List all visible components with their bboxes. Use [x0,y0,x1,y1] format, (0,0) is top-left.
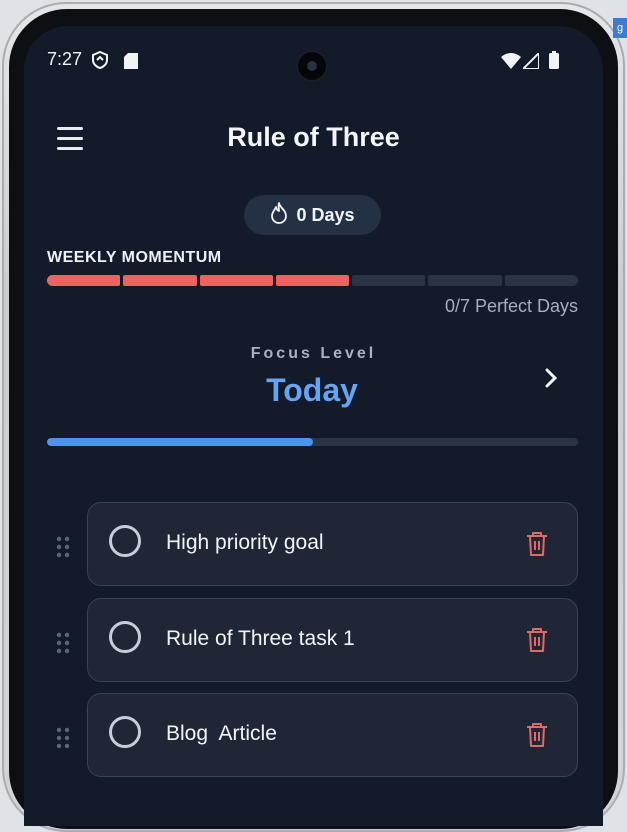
shield-icon [92,50,108,74]
focus-level-value: Today [266,372,358,408]
weekly-momentum-bar [47,275,578,286]
task-card[interactable]: Blog Article [87,693,578,777]
task-card[interactable]: High priority goal [87,502,578,586]
sd-card-icon [124,53,138,74]
signal-icon [520,50,540,74]
weekly-momentum-label: WEEKLY MOMENTUM [47,249,222,266]
trash-icon[interactable] [524,530,550,558]
momentum-segment [428,275,502,286]
task-text: Rule of Three task 1 [166,627,355,650]
task-text: High priority goal [166,531,324,554]
momentum-segment [504,275,578,286]
trash-icon[interactable] [524,626,550,654]
task-checkbox[interactable] [109,716,141,748]
page-title: Rule of Three [227,122,400,152]
task-row: Blog Article [56,693,578,777]
task-row: High priority goal [56,502,578,586]
chevron-right-icon[interactable] [538,365,564,391]
edge-badge: g [613,18,627,38]
task-text: Blog Article [166,722,277,745]
flame-icon [270,201,288,229]
task-row: Rule of Three task 1 [56,598,578,682]
momentum-segment [275,275,350,286]
wifi-icon [501,53,521,74]
task-checkbox[interactable] [109,621,141,653]
task-checkbox[interactable] [109,525,141,557]
momentum-segment [47,275,121,286]
focus-level-label: Focus Level [250,345,377,362]
status-time: 7:27 [47,49,83,69]
momentum-segment [123,275,197,286]
drag-handle-icon[interactable] [56,632,70,654]
streak-label: 0 Days [296,204,355,225]
streak-badge[interactable]: 0 Days [244,195,381,235]
battery-icon [549,51,559,74]
front-camera [296,50,328,82]
drag-handle-icon[interactable] [56,727,70,749]
app-screen: 7:27 Rule of Three 0 Days WEEKLY MOMENTU… [24,26,603,826]
perfect-days-summary: 0/7 Perfect Days [444,296,578,316]
drag-handle-icon[interactable] [56,536,70,558]
momentum-segment [199,275,273,286]
task-card[interactable]: Rule of Three task 1 [87,598,578,682]
momentum-segment [352,275,426,286]
focus-progress-bar [47,438,578,446]
focus-progress-fill [47,438,313,446]
trash-icon[interactable] [524,721,550,749]
